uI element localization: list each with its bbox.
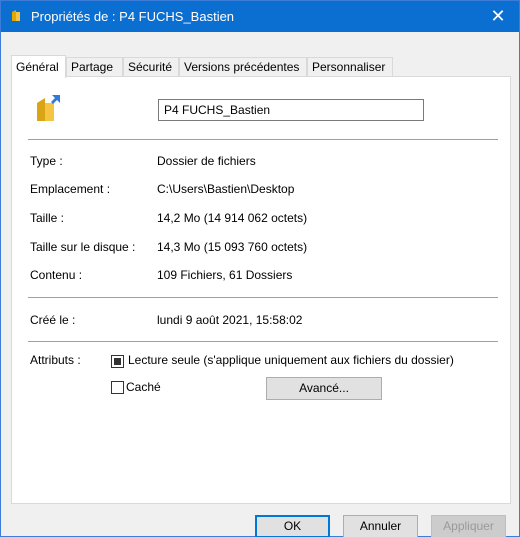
- tab-general[interactable]: Général: [11, 55, 66, 78]
- type-value: Dossier de fichiers: [157, 154, 256, 168]
- separator: [28, 139, 498, 140]
- readonly-label: Lecture seule (s'applique uniquement aux…: [128, 353, 454, 367]
- ok-button[interactable]: OK: [255, 515, 330, 537]
- folder-shortcut-icon: [34, 93, 66, 128]
- separator: [28, 341, 498, 342]
- created-value: lundi 9 août 2021, 15:58:02: [157, 313, 303, 327]
- advanced-button[interactable]: Avancé...: [266, 377, 382, 400]
- window-title: Propriétés de : P4 FUCHS_Bastien: [31, 9, 235, 24]
- created-label: Créé le :: [30, 313, 76, 327]
- properties-dialog: Propriétés de : P4 FUCHS_Bastien ✕ Génér…: [0, 0, 520, 537]
- cancel-button[interactable]: Annuler: [343, 515, 418, 537]
- location-label: Emplacement :: [30, 182, 111, 196]
- size-on-disk-value: 14,3 Mo (15 093 760 octets): [157, 240, 308, 254]
- tab-versions-precedentes[interactable]: Versions précédentes: [179, 57, 307, 77]
- folder-icon: [11, 9, 25, 26]
- folder-name-input[interactable]: [158, 99, 424, 121]
- attributes-label: Attributs :: [30, 353, 81, 367]
- readonly-checkbox[interactable]: [111, 355, 124, 368]
- title-bar[interactable]: Propriétés de : P4 FUCHS_Bastien ✕: [1, 1, 519, 32]
- tab-partage[interactable]: Partage: [66, 57, 123, 77]
- size-on-disk-label: Taille sur le disque :: [30, 240, 136, 254]
- hidden-checkbox[interactable]: [111, 381, 124, 394]
- type-label: Type :: [30, 154, 63, 168]
- contents-label: Contenu :: [30, 268, 83, 282]
- separator: [28, 297, 498, 298]
- contents-value: 109 Fichiers, 61 Dossiers: [157, 268, 293, 282]
- tab-securite[interactable]: Sécurité: [123, 57, 179, 77]
- tab-personnaliser[interactable]: Personnaliser: [307, 57, 393, 77]
- location-value: C:\Users\Bastien\Desktop: [157, 182, 295, 196]
- size-label: Taille :: [30, 211, 65, 225]
- apply-button[interactable]: Appliquer: [431, 515, 506, 537]
- close-icon[interactable]: ✕: [477, 1, 519, 32]
- size-value: 14,2 Mo (14 914 062 octets): [157, 211, 308, 225]
- general-panel: Type : Dossier de fichiers Emplacement :…: [11, 76, 511, 504]
- hidden-label: Caché: [126, 380, 161, 394]
